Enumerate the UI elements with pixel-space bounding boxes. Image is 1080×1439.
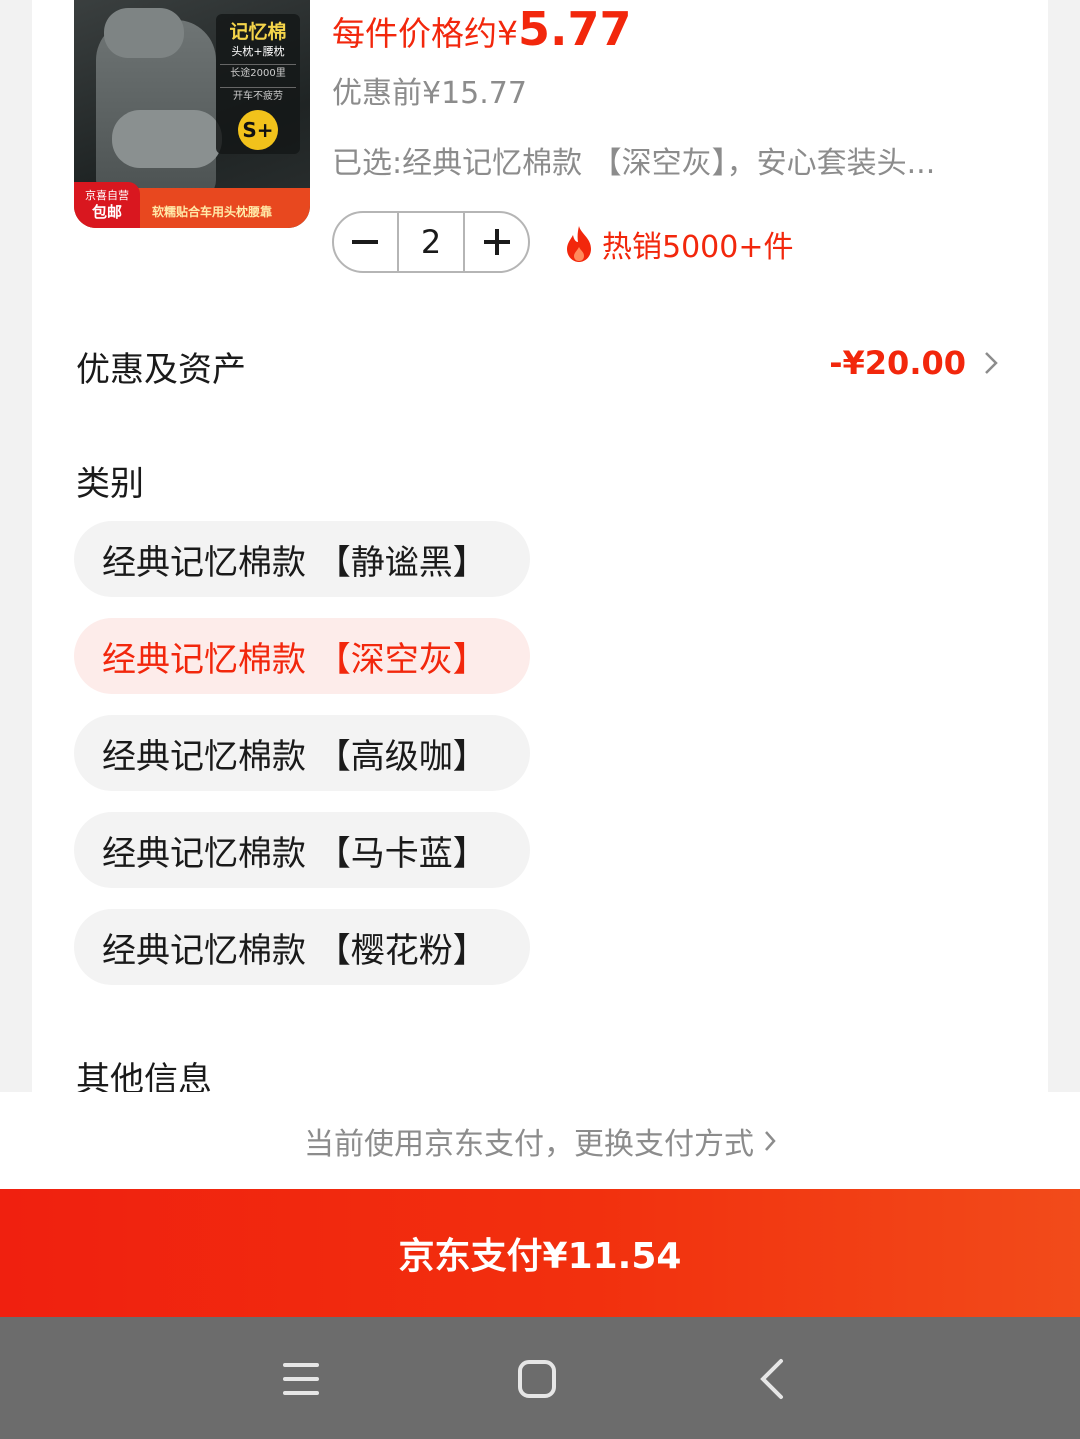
quantity-stepper: 2 xyxy=(332,211,530,273)
order-sheet: 记忆棉 头枕+腰枕 长途2000里 开车不疲劳 S+ 软糯贴合车用头枕腰靠 京喜… xyxy=(32,0,1048,1092)
quantity-value[interactable]: 2 xyxy=(396,213,466,271)
image-subtitle: 头枕+腰枕 xyxy=(231,45,285,58)
fire-icon xyxy=(567,226,591,262)
image-badge: S+ xyxy=(238,110,278,150)
minus-icon xyxy=(352,240,379,244)
chevron-right-icon xyxy=(765,1131,776,1151)
back-icon[interactable] xyxy=(750,1357,794,1401)
hot-sale-text: 热销5000+件 xyxy=(602,230,794,265)
category-option[interactable]: 经典记忆棉款 【马卡蓝】 xyxy=(74,812,530,888)
unit-price: 每件价格约¥5.77 xyxy=(332,2,632,56)
chevron-right-icon xyxy=(985,352,998,374)
product-image[interactable]: 记忆棉 头枕+腰枕 长途2000里 开车不疲劳 S+ 软糯贴合车用头枕腰靠 京喜… xyxy=(74,0,310,228)
payment-method-text: 当前使用京东支付，更换支付方式 xyxy=(304,1127,754,1162)
selected-spec[interactable]: 已选:经典记忆棉款 【深空灰】，安心套装头... xyxy=(332,138,992,182)
other-info-label: 其他信息 xyxy=(76,1060,212,1092)
image-title: 记忆棉 xyxy=(229,21,287,43)
image-strip-text: 软糯贴合车用头枕腰靠 xyxy=(152,205,273,219)
category-option[interactable]: 经典记忆棉款 【樱花粉】 xyxy=(74,909,530,985)
menu-icon[interactable] xyxy=(279,1357,323,1401)
category-option[interactable]: 经典记忆棉款 【高级咖】 xyxy=(74,715,530,791)
headrest-graphic xyxy=(104,8,184,58)
category-option[interactable]: 经典记忆棉款 【静谧黑】 xyxy=(74,521,530,597)
increase-button[interactable] xyxy=(465,213,528,271)
decrease-button[interactable] xyxy=(334,213,397,271)
payment-method-switch[interactable]: 当前使用京东支付，更换支付方式 xyxy=(0,1092,1080,1190)
discount-label: 优惠及资产 xyxy=(76,350,246,390)
home-square-icon[interactable] xyxy=(515,1357,559,1401)
image-line-2: 开车不疲劳 xyxy=(220,87,296,106)
system-nav-bar xyxy=(0,1317,1080,1439)
image-line-1: 长途2000里 xyxy=(220,64,296,83)
image-tag-top: 京喜自营 xyxy=(85,189,129,202)
image-tag-bottom: 包邮 xyxy=(91,203,122,221)
unit-price-label: 每件价格约 xyxy=(332,14,497,53)
unit-price-currency: ¥ xyxy=(497,14,518,53)
original-price: 优惠前¥15.77 xyxy=(332,76,527,111)
discount-value: -¥20.00 xyxy=(829,344,966,382)
pay-button[interactable]: 京东支付¥11.54 xyxy=(0,1189,1080,1317)
plus-icon xyxy=(483,229,510,255)
image-text-panel: 记忆棉 头枕+腰枕 长途2000里 开车不疲劳 S+ xyxy=(216,14,300,154)
category-label: 类别 xyxy=(76,464,144,504)
image-tag: 京喜自营 包邮 xyxy=(74,182,140,228)
unit-price-value: 5.77 xyxy=(518,2,632,56)
discount-row[interactable]: -¥20.00 xyxy=(829,344,998,382)
category-option-selected[interactable]: 经典记忆棉款 【深空灰】 xyxy=(74,618,530,694)
lumbar-pillow-graphic xyxy=(112,110,222,168)
hot-sale-badge: 热销5000+件 xyxy=(564,222,793,266)
